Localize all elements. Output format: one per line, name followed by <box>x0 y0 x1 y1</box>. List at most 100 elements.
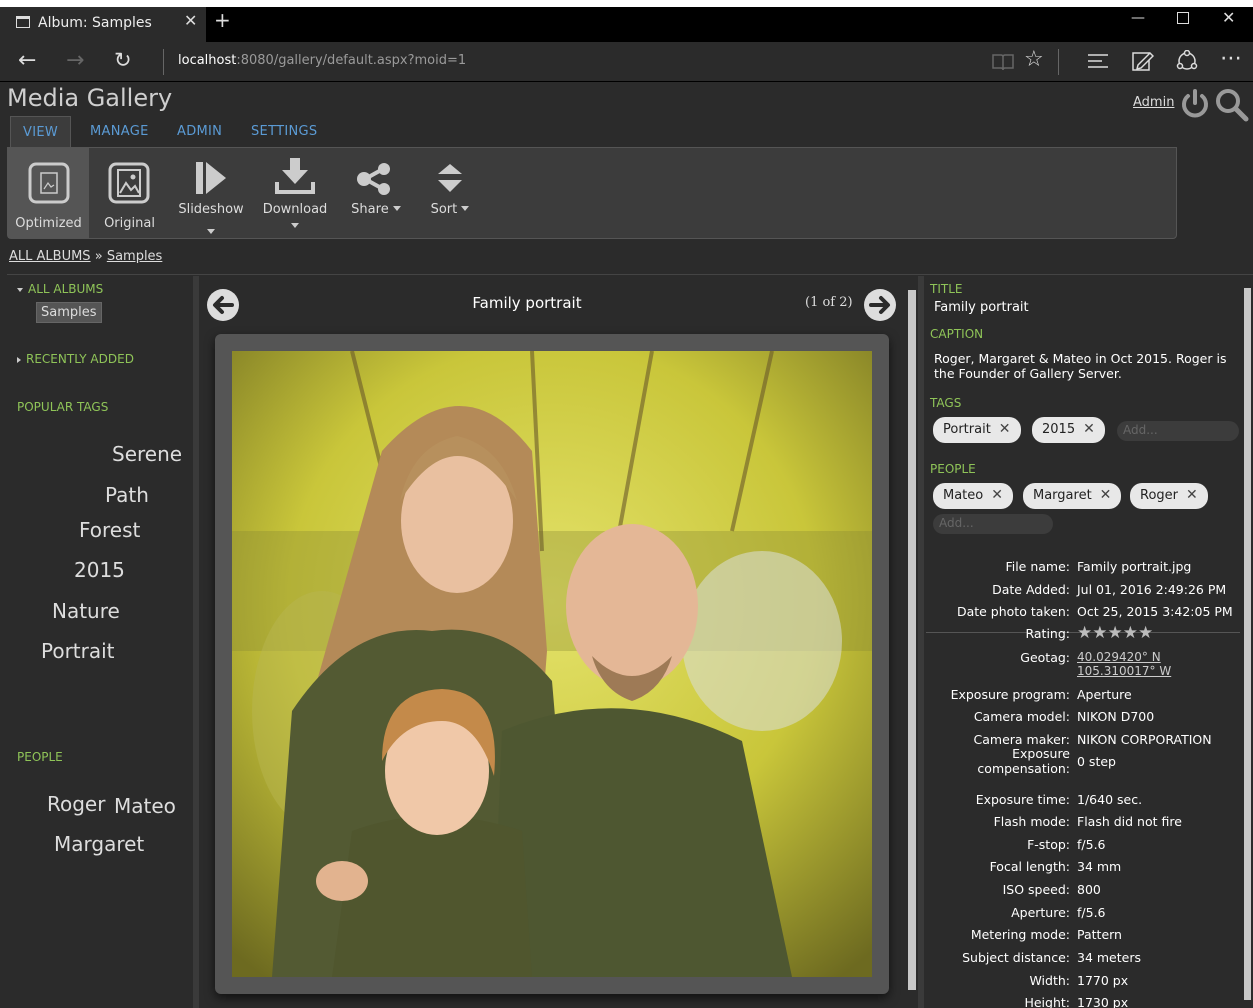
metadata-key: Metering mode: <box>970 927 1070 942</box>
tag-cloud-item[interactable]: Serene <box>112 442 182 466</box>
sort-button[interactable]: Sort <box>421 148 479 238</box>
add-person-input[interactable]: Add... <box>933 514 1053 534</box>
metadata-key: Exposure compensation: <box>977 746 1070 776</box>
star-icon[interactable]: ★ <box>1138 623 1153 643</box>
forward-icon[interactable]: → <box>66 48 84 73</box>
popular-tags-header: POPULAR TAGS <box>17 400 109 414</box>
share-label: Share <box>345 202 407 217</box>
optimized-image-icon <box>28 162 70 204</box>
gallery-page: Media Gallery Admin VIEW MANAGE ADMIN SE… <box>7 82 1253 1008</box>
left-splitter[interactable] <box>193 276 199 1008</box>
favorite-star-icon[interactable]: ☆ <box>1024 47 1044 72</box>
new-tab-icon[interactable]: + <box>214 8 231 32</box>
window-top-border <box>0 0 1253 7</box>
url-host: localhost <box>178 53 237 68</box>
person-cloud-item[interactable]: Roger <box>47 792 105 816</box>
tag-chip[interactable]: Portrait ✕ <box>933 417 1021 443</box>
metadata-value: NIKON CORPORATION <box>1077 732 1212 747</box>
recently-added-section[interactable]: RECENTLY ADDED <box>17 352 134 366</box>
metadata-key: Date photo taken: <box>956 604 1070 619</box>
metadata-key: File name: <box>1005 559 1070 574</box>
tag-cloud-item[interactable]: 2015 <box>74 558 125 582</box>
title-value[interactable]: Family portrait <box>934 300 1029 315</box>
metadata-key: Rating: <box>1025 626 1070 641</box>
reading-view-icon[interactable] <box>992 53 1014 71</box>
tab-view[interactable]: VIEW <box>10 116 71 148</box>
minimize-icon[interactable]: — <box>1131 10 1145 26</box>
media-counter: (1 of 2) <box>805 295 853 310</box>
remove-tag-icon[interactable]: ✕ <box>1083 421 1095 437</box>
album-tree-root[interactable]: ALL ALBUMS <box>17 282 103 296</box>
album-samples[interactable]: Samples <box>36 302 102 323</box>
person-cloud-item[interactable]: Margaret <box>54 832 144 856</box>
tag-cloud-item[interactable]: Nature <box>52 599 120 623</box>
previous-arrow-icon[interactable] <box>207 289 239 321</box>
slideshow-label: Slideshow <box>178 202 244 217</box>
share-button[interactable]: Share <box>345 148 407 238</box>
more-icon[interactable]: ⋯ <box>1220 46 1242 71</box>
metadata-value: 34 mm <box>1077 859 1122 874</box>
remove-person-icon[interactable]: ✕ <box>1100 487 1112 503</box>
geotag-link[interactable]: 40.029420° N 105.310017° W <box>1077 650 1171 678</box>
tab-manage[interactable]: MANAGE <box>90 116 149 147</box>
metadata-key: Subject distance: <box>962 950 1070 965</box>
tab-close-icon[interactable]: ✕ <box>184 11 197 30</box>
slideshow-dropdown-caret[interactable] <box>207 229 215 234</box>
tab-admin[interactable]: ADMIN <box>177 116 222 147</box>
expanded-triangle-icon[interactable] <box>17 287 23 292</box>
logout-power-icon[interactable] <box>1179 88 1211 120</box>
metadata-key: Date Added: <box>992 582 1070 597</box>
star-icon[interactable]: ★ <box>1077 623 1092 643</box>
metadata-value: Oct 25, 2015 3:42:05 PM <box>1077 604 1233 619</box>
star-icon[interactable]: ★ <box>1123 623 1138 643</box>
share-icon[interactable] <box>1176 50 1198 72</box>
browser-tab[interactable]: Album: Samples ✕ <box>0 7 206 42</box>
back-icon[interactable]: ← <box>18 48 36 73</box>
viewer-scroll-thumb[interactable] <box>908 290 916 990</box>
caption-line: the Founder of Gallery Server. <box>934 366 1122 381</box>
details-scroll-thumb[interactable] <box>1244 288 1251 1000</box>
admin-link[interactable]: Admin <box>1133 95 1174 110</box>
remove-person-icon[interactable]: ✕ <box>991 487 1003 503</box>
person-cloud-item[interactable]: Mateo <box>114 794 176 818</box>
remove-tag-icon[interactable]: ✕ <box>999 421 1011 437</box>
tag-chip[interactable]: 2015 ✕ <box>1032 417 1105 443</box>
remove-person-icon[interactable]: ✕ <box>1186 487 1198 503</box>
metadata-key: Camera maker: <box>973 732 1070 747</box>
star-icon[interactable]: ★ <box>1092 623 1107 643</box>
web-note-icon[interactable] <box>1132 50 1154 72</box>
refresh-icon[interactable]: ↻ <box>114 48 132 72</box>
star-icon[interactable]: ★ <box>1108 623 1123 643</box>
site-title: Media Gallery <box>7 84 173 112</box>
rating-stars[interactable]: ★★★★★ <box>1077 623 1153 643</box>
search-icon[interactable] <box>1215 88 1249 122</box>
address-bar[interactable]: localhost:8080/gallery/default.aspx?moid… <box>178 53 466 68</box>
slideshow-button[interactable]: Slideshow <box>172 148 250 238</box>
breadcrumb-samples[interactable]: Samples <box>107 249 163 264</box>
person-chip[interactable]: Mateo ✕ <box>933 483 1013 509</box>
download-dropdown-caret[interactable] <box>291 223 299 228</box>
tag-cloud-item[interactable]: Path <box>105 483 149 507</box>
tag-cloud-item[interactable]: Portrait <box>41 639 115 663</box>
close-window-icon[interactable]: ✕ <box>1222 8 1235 27</box>
caption-value[interactable]: Roger, Margaret & Mateo in Oct 2015. Rog… <box>934 351 1226 381</box>
original-button[interactable]: Original <box>89 148 170 238</box>
metadata-key: F-stop: <box>1027 837 1070 852</box>
breadcrumb-all-albums[interactable]: ALL ALBUMS <box>9 249 91 264</box>
tab-settings[interactable]: SETTINGS <box>251 116 317 147</box>
maximize-icon[interactable] <box>1177 12 1189 24</box>
metadata-key: Focal length: <box>989 859 1070 874</box>
optimized-button[interactable]: Optimized <box>8 148 89 238</box>
collapsed-triangle-icon[interactable] <box>17 356 21 363</box>
tab-title: Album: Samples <box>38 15 152 31</box>
next-arrow-icon[interactable] <box>864 289 896 321</box>
person-chip[interactable]: Roger ✕ <box>1130 483 1208 509</box>
details-scrollbar[interactable] <box>1242 276 1253 1008</box>
download-button[interactable]: Download <box>256 148 334 238</box>
tag-cloud-item[interactable]: Forest <box>79 518 140 542</box>
person-chip[interactable]: Margaret ✕ <box>1023 483 1122 509</box>
viewer-scrollbar[interactable] <box>906 276 918 1008</box>
add-tag-input[interactable]: Add... <box>1117 421 1239 441</box>
family-portrait-photo[interactable] <box>232 351 872 977</box>
hub-icon[interactable] <box>1088 53 1108 69</box>
